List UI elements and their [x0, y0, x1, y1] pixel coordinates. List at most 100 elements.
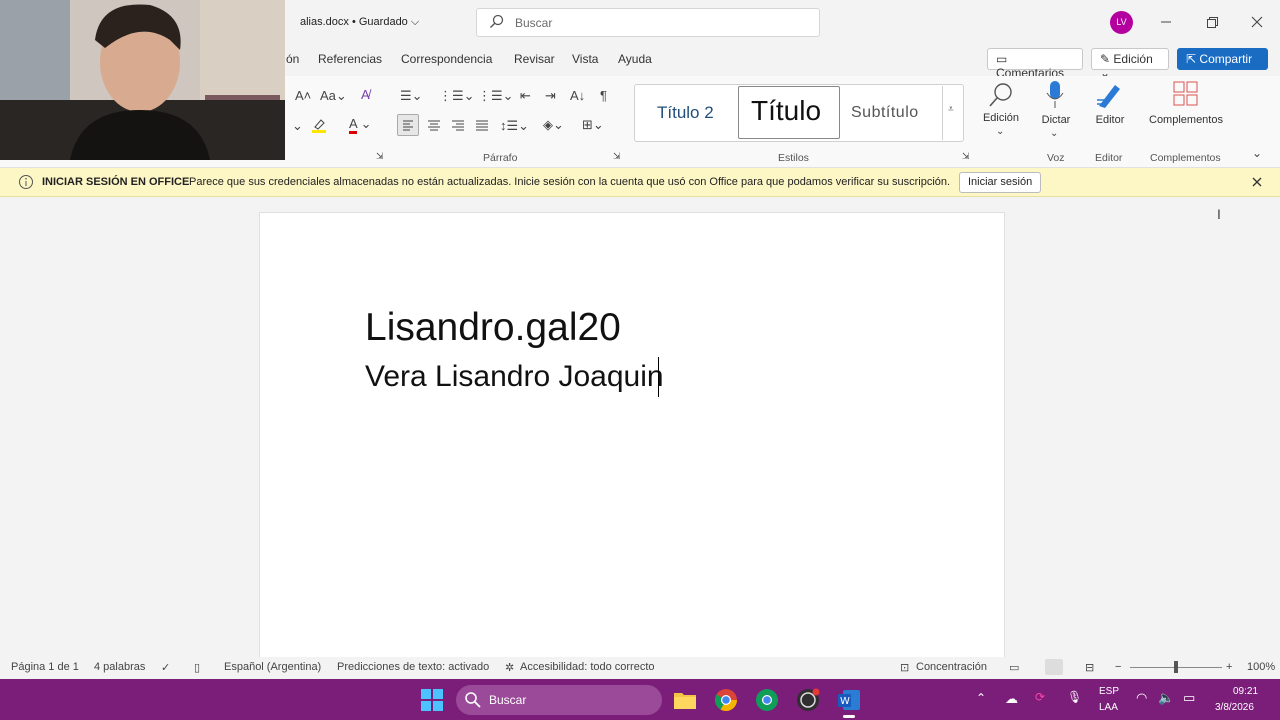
focus-icon[interactable]: ⊡: [900, 661, 909, 674]
chrome-profile-icon[interactable]: [754, 687, 780, 713]
paragraph-dialog-launcher-icon[interactable]: ⇲: [613, 151, 621, 162]
svg-text:W: W: [840, 696, 850, 707]
web-layout-icon[interactable]: ⊟: [1085, 661, 1094, 674]
book-icon[interactable]: ▯: [194, 661, 200, 674]
predictions-status[interactable]: Predicciones de texto: activado: [337, 661, 489, 673]
sort-icon[interactable]: A↓: [570, 88, 585, 103]
avatar[interactable]: LV: [1110, 11, 1133, 34]
battery-icon[interactable]: ▭: [1183, 690, 1195, 706]
infobar-title: INICIAR SESIÓN EN OFFICE: [42, 176, 190, 188]
font-color-icon[interactable]: A ⌄: [349, 116, 371, 134]
search-input[interactable]: Buscar: [476, 8, 820, 37]
accessibility-icon[interactable]: ✲: [505, 661, 514, 674]
chevron-down-icon[interactable]: ⩡: [948, 104, 954, 115]
chevron-down-icon[interactable]: ⌄: [996, 126, 1004, 137]
minimize-icon[interactable]: [1154, 10, 1178, 34]
align-right-icon[interactable]: [448, 116, 468, 136]
addins-icon[interactable]: [1172, 80, 1200, 108]
search-icon[interactable]: [986, 80, 1016, 110]
comments-button[interactable]: ▭ Comentarios: [987, 48, 1083, 80]
accessibility-status[interactable]: Accesibilidad: todo correcto: [520, 661, 655, 673]
align-left-icon[interactable]: [397, 114, 419, 136]
dictar-button[interactable]: Dictar: [1035, 114, 1077, 126]
style-titulo2[interactable]: Título 2: [657, 103, 714, 123]
document-page[interactable]: [259, 212, 1005, 672]
word-icon[interactable]: W: [836, 687, 862, 713]
infobar-message: Parece que sus credenciales almacenadas …: [189, 176, 951, 188]
chevron-down-icon[interactable]: ⌄: [1050, 128, 1058, 139]
share-button[interactable]: ⇱ Compartir: [1177, 48, 1268, 70]
read-mode-icon[interactable]: ▭: [1009, 661, 1019, 674]
clock-time[interactable]: 09:21: [1233, 686, 1258, 697]
document-title[interactable]: alias.docx • Guardado ⌵: [300, 16, 419, 29]
search-placeholder: Buscar: [515, 16, 553, 30]
share-label: Compartir: [1199, 52, 1253, 66]
complementos-button[interactable]: Complementos: [1144, 114, 1228, 126]
chrome-icon[interactable]: [713, 687, 739, 713]
windows-start-icon[interactable]: [419, 687, 445, 713]
tab-revisar[interactable]: Revisar: [514, 52, 555, 66]
zoom-in-icon[interactable]: +: [1226, 661, 1232, 673]
zoom-slider-thumb[interactable]: [1174, 661, 1178, 673]
print-layout-icon[interactable]: [1045, 659, 1063, 675]
input-language-2[interactable]: LAA: [1099, 702, 1118, 713]
editing-mode-button[interactable]: ✎ Edición ⌄: [1091, 48, 1169, 80]
editing-label: Edición: [1113, 52, 1153, 66]
signin-button[interactable]: Iniciar sesión: [959, 172, 1042, 193]
tab-correspondencia[interactable]: Correspondencia: [401, 52, 492, 66]
close-icon[interactable]: [1245, 10, 1269, 34]
file-explorer-icon[interactable]: [672, 687, 698, 713]
input-language-1[interactable]: ESP: [1099, 686, 1119, 697]
tab-referencias[interactable]: Referencias: [318, 52, 382, 66]
zoom-level[interactable]: 100%: [1247, 661, 1275, 673]
focus-button[interactable]: Concentración: [916, 661, 987, 673]
edicion-button[interactable]: Edición: [978, 112, 1024, 124]
clear-format-icon[interactable]: A̸: [361, 87, 370, 102]
tab-ayuda[interactable]: Ayuda: [618, 52, 652, 66]
proofing-icon[interactable]: ✓: [161, 661, 170, 674]
highlighter-icon[interactable]: [311, 117, 327, 133]
style-subtitulo[interactable]: Subtítulo: [851, 104, 919, 122]
cloud-icon[interactable]: ☁: [1005, 691, 1018, 707]
decrease-indent-icon[interactable]: ⇤: [520, 88, 531, 104]
editor-button[interactable]: Editor: [1090, 114, 1130, 126]
tab-vista[interactable]: Vista: [572, 52, 598, 66]
wifi-icon[interactable]: ◠: [1136, 690, 1147, 706]
style-titulo[interactable]: Título: [751, 95, 821, 127]
bullets-icon[interactable]: ☰⌄: [400, 88, 423, 104]
numbering-icon[interactable]: ⋮☰⌄: [439, 88, 475, 104]
taskbar-search[interactable]: [456, 685, 662, 715]
sync-icon[interactable]: ⟳: [1035, 690, 1045, 704]
document-line-1[interactable]: Lisandro.gal20: [365, 306, 621, 350]
obs-icon[interactable]: [795, 687, 821, 713]
zoom-out-icon[interactable]: −: [1115, 661, 1121, 673]
clock-date[interactable]: 3/8/2026: [1215, 702, 1254, 713]
close-icon[interactable]: [1250, 175, 1264, 189]
multilevel-list-icon[interactable]: ⋮☰⌄: [478, 88, 514, 104]
pilcrow-icon[interactable]: ¶: [600, 88, 607, 103]
change-case-icon[interactable]: Aa⌄: [320, 88, 347, 104]
borders-icon[interactable]: ⊞⌄: [582, 117, 604, 133]
styles-dialog-launcher-icon[interactable]: ⇲: [962, 151, 970, 162]
document-line-2[interactable]: Vera Lisandro Joaquin: [365, 360, 664, 394]
editor-icon[interactable]: [1095, 80, 1125, 110]
collapse-ribbon-icon[interactable]: ⌄: [1252, 146, 1262, 160]
search-icon: [490, 14, 504, 29]
word-count[interactable]: 4 palabras: [94, 661, 145, 673]
line-spacing-icon[interactable]: ↕☰⌄: [500, 118, 529, 134]
chevron-down-icon[interactable]: ⌄: [292, 118, 303, 134]
microphone-tray-icon[interactable]: 🎙: [1067, 690, 1082, 704]
page-count[interactable]: Página 1 de 1: [11, 661, 79, 673]
restore-icon[interactable]: [1200, 10, 1224, 34]
grow-font-icon[interactable]: A˄: [295, 88, 311, 103]
chevron-up-icon[interactable]: ⌃: [976, 691, 986, 705]
volume-icon[interactable]: 🔈: [1158, 690, 1174, 706]
microphone-icon[interactable]: [1044, 80, 1066, 112]
tab-insert-partial[interactable]: ón: [286, 52, 299, 66]
align-center-icon[interactable]: [424, 116, 444, 136]
font-dialog-launcher-icon[interactable]: ⇲: [376, 151, 384, 162]
increase-indent-icon[interactable]: ⇥: [545, 88, 556, 104]
shading-icon[interactable]: ◈⌄: [543, 117, 564, 133]
language-status[interactable]: Español (Argentina): [224, 661, 321, 673]
justify-icon[interactable]: [472, 116, 492, 136]
